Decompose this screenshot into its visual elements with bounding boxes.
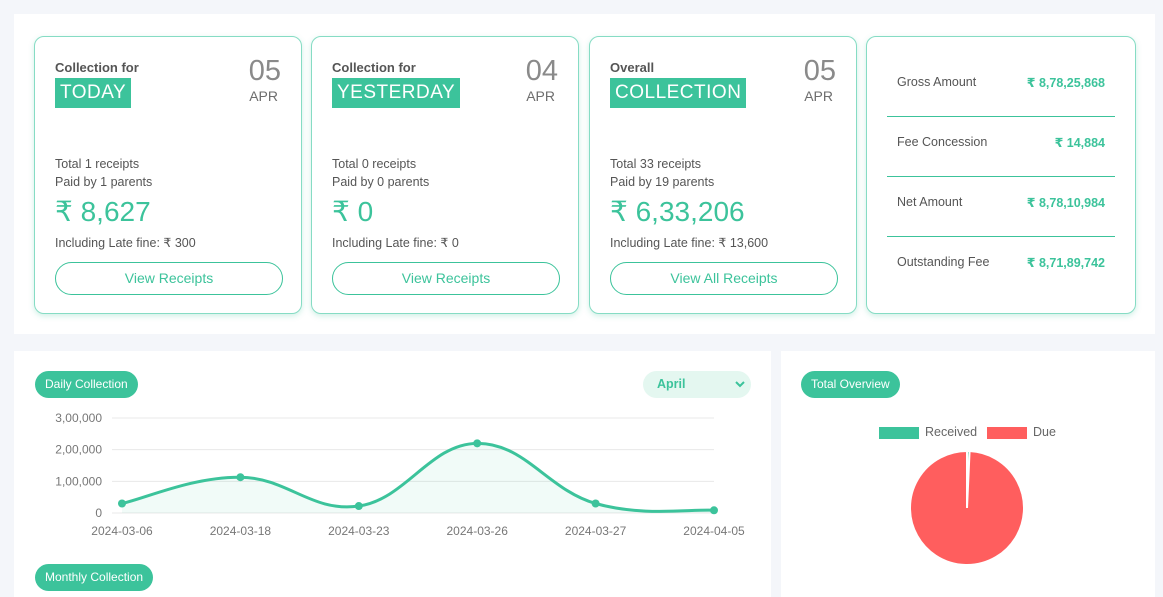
chevron-down-icon: [735, 371, 745, 409]
data-point: [710, 506, 718, 515]
parents-count: Paid by 1 parents: [55, 175, 153, 189]
x-tick-label: 2024-03-06: [91, 524, 153, 538]
outstanding-fee-label: Outstanding Fee: [897, 255, 990, 269]
card-day: 05: [248, 55, 281, 87]
overall-collection-card: Overall COLLECTION 05 APR Total 33 recei…: [589, 36, 857, 314]
data-point: [236, 473, 245, 482]
card-tag: COLLECTION: [610, 78, 747, 108]
y-tick-label: 0: [95, 506, 102, 520]
outstanding-fee-row: Outstanding Fee ₹ 8,71,89,742: [887, 237, 1115, 297]
collection-amount: ₹ 6,33,206: [610, 196, 745, 227]
card-month: APR: [804, 88, 833, 104]
daily-collection-title: Daily Collection: [35, 371, 138, 398]
x-tick-label: 2024-04-05: [683, 524, 745, 538]
total-overview-title: Total Overview: [801, 371, 900, 398]
late-fine: Including Late fine: ₹ 300: [55, 236, 196, 250]
card-tag: TODAY: [55, 78, 132, 108]
total-overview-panel: Total Overview Received Due: [781, 351, 1155, 597]
monthly-collection-title: Monthly Collection: [35, 564, 154, 591]
card-month: APR: [249, 88, 278, 104]
y-tick-label: 1,00,000: [55, 474, 102, 488]
receipts-count: Total 1 receipts: [55, 157, 140, 171]
late-fine: Including Late fine: ₹ 13,600: [610, 236, 769, 250]
net-amount-row: Net Amount ₹ 8,78,10,984: [887, 177, 1115, 237]
card-month: APR: [526, 88, 555, 104]
fee-concession-row: Fee Concession ₹ 14,884: [887, 117, 1115, 177]
view-receipts-button[interactable]: View Receipts: [332, 262, 560, 295]
y-tick-label: 2,00,000: [55, 443, 102, 457]
collection-amount: ₹ 0: [332, 196, 374, 227]
outstanding-fee-value: ₹ 8,71,89,742: [1026, 256, 1105, 270]
card-tag: YESTERDAY: [332, 78, 461, 108]
late-fine: Including Late fine: ₹ 0: [332, 236, 459, 250]
gross-amount-label: Gross Amount: [897, 75, 977, 89]
view-receipts-button[interactable]: View Receipts: [55, 262, 283, 295]
fee-concession-value: ₹ 14,884: [1054, 136, 1105, 150]
daily-collection-panel: Daily Collection April 0 1,00,000 2,00,000…: [14, 351, 771, 597]
data-point: [591, 499, 600, 508]
legend-due-swatch[interactable]: [987, 427, 1027, 439]
data-point: [118, 499, 126, 508]
fee-summary-card: Gross Amount ₹ 8,78,25,868 Fee Concessio…: [866, 36, 1136, 314]
gross-amount-row: Gross Amount ₹ 8,78,25,868: [887, 57, 1115, 117]
month-select-value: April: [657, 377, 686, 391]
card-label: Collection for: [332, 60, 416, 75]
x-tick-label: 2024-03-27: [565, 524, 627, 538]
x-tick-label: 2024-03-26: [447, 524, 509, 538]
pie-slice-due: [909, 449, 1025, 566]
receipts-count: Total 33 receipts: [610, 157, 702, 171]
data-point: [473, 439, 482, 448]
x-tick-label: 2024-03-18: [210, 524, 272, 538]
total-overview-pie-chart: [909, 449, 1025, 566]
card-label: Collection for: [55, 60, 139, 75]
collection-amount: ₹ 8,627: [55, 196, 151, 227]
legend-received-label[interactable]: Received: [925, 425, 977, 439]
card-label: Overall: [610, 60, 655, 75]
net-amount-label: Net Amount: [897, 195, 963, 209]
gross-amount-value: ₹ 8,78,25,868: [1026, 76, 1105, 90]
net-amount-value: ₹ 8,78,10,984: [1026, 196, 1105, 210]
data-point: [354, 502, 363, 511]
month-select[interactable]: April: [643, 371, 751, 398]
y-tick-label: 3,00,000: [55, 411, 102, 425]
view-all-receipts-button[interactable]: View All Receipts: [610, 262, 838, 295]
x-tick-label: 2024-03-23: [328, 524, 390, 538]
fee-concession-label: Fee Concession: [897, 135, 988, 149]
card-day: 05: [803, 55, 836, 87]
card-day: 04: [525, 55, 558, 87]
today-collection-card: Collection for TODAY 05 APR Total 1 rece…: [34, 36, 302, 314]
yesterday-collection-card: Collection for YESTERDAY 04 APR Total 0 …: [311, 36, 579, 314]
legend-due-label[interactable]: Due: [1033, 425, 1056, 439]
receipts-count: Total 0 receipts: [332, 157, 417, 171]
parents-count: Paid by 19 parents: [610, 175, 715, 189]
legend-received-swatch[interactable]: [879, 427, 919, 439]
parents-count: Paid by 0 parents: [332, 175, 430, 189]
collection-summary-panel: Collection for TODAY 05 APR Total 1 rece…: [14, 14, 1155, 334]
